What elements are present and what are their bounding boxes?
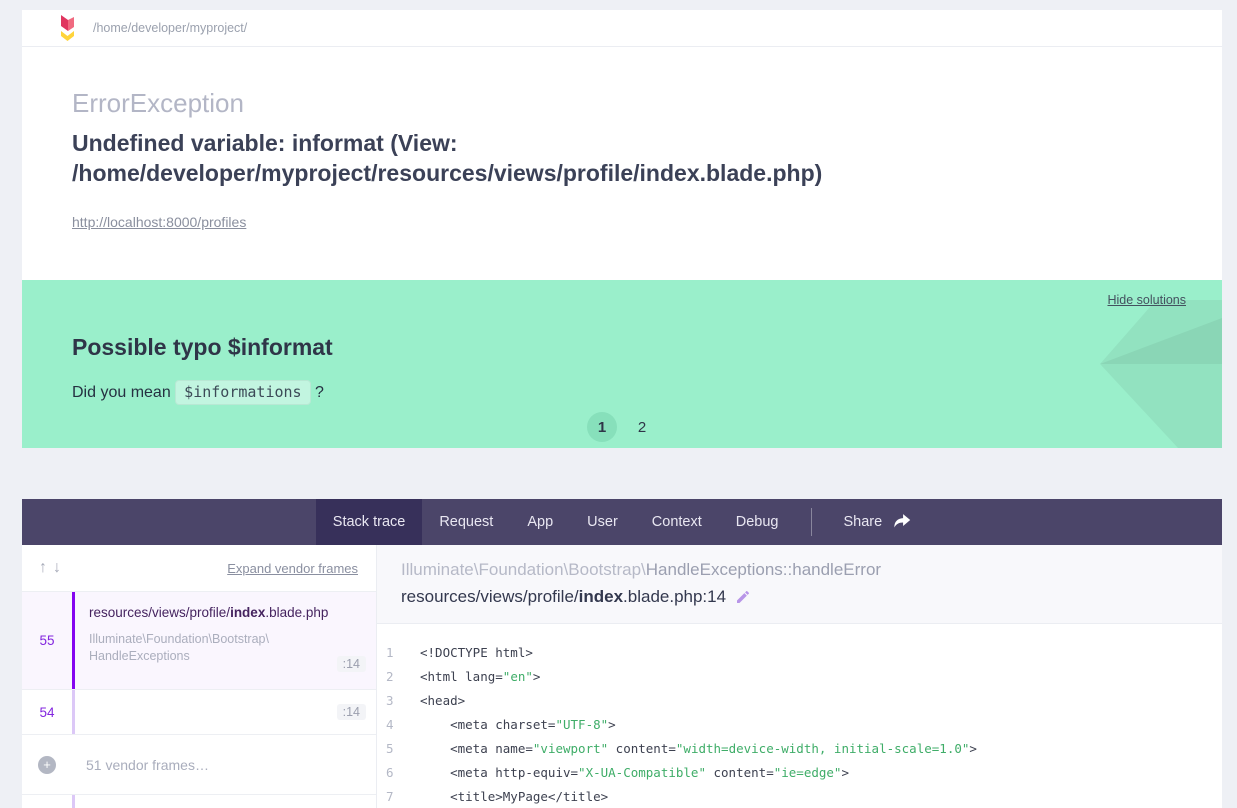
exception-class: ErrorException — [72, 88, 1172, 119]
tab-user[interactable]: User — [570, 499, 635, 545]
share-button[interactable]: Share — [827, 499, 929, 545]
pencil-icon — [735, 589, 751, 605]
pagination-page-2[interactable]: 2 — [627, 412, 657, 442]
error-message: Undefined variable: informat (View: /hom… — [72, 128, 1122, 188]
top-bar: /home/developer/myproject/ — [22, 10, 1222, 47]
stack-frames-sidebar: ↑ ↓ Expand vendor frames 55 resources/vi… — [22, 545, 377, 808]
code-line: 4 <meta charset="UTF-8"> — [377, 713, 1222, 737]
frame-number: 2 — [22, 795, 72, 808]
frame-line-badge: :14 — [337, 656, 366, 672]
solution-description: Did you mean $informations ? — [72, 383, 1172, 402]
vendor-frames-toggle[interactable]: + 51 vendor frames… — [22, 735, 376, 795]
frame-class-name: Illuminate\Foundation\Bootstrap\ HandleE… — [89, 631, 362, 665]
tab-stack-trace[interactable]: Stack trace — [316, 499, 423, 545]
pagination-page-1[interactable]: 1 — [587, 412, 617, 442]
project-path: /home/developer/myproject/ — [93, 21, 247, 35]
tabbar-divider — [811, 508, 812, 536]
frame-up-icon[interactable]: ↑ — [36, 559, 50, 577]
frame-file-heading: resources/views/profile/index.blade.php:… — [401, 587, 1198, 607]
solution-pagination: 1 2 — [72, 412, 1172, 442]
code-line: 2<html lang="en"> — [377, 665, 1222, 689]
code-line: 5 <meta name="viewport" content="width=d… — [377, 737, 1222, 761]
frame-file-path: resources/views/profile/index.blade.php — [89, 605, 362, 620]
stack-frame-55[interactable]: 55 resources/views/profile/index.blade.p… — [22, 592, 376, 690]
share-label: Share — [844, 514, 883, 530]
expand-plus-icon[interactable]: + — [38, 756, 56, 774]
frame-number: 55 — [22, 592, 72, 689]
error-card: /home/developer/myproject/ ErrorExceptio… — [22, 10, 1222, 280]
stack-trace-card: Stack trace Request App User Context Deb… — [22, 499, 1222, 808]
frame-method-heading: Illuminate\Foundation\Bootstrap\HandleEx… — [401, 560, 1198, 580]
frame-down-icon[interactable]: ↓ — [50, 559, 64, 577]
code-line: 6 <meta http-equiv="X-UA-Compatible" con… — [377, 761, 1222, 785]
solution-text-prefix: Did you mean — [72, 384, 175, 401]
tab-request[interactable]: Request — [422, 499, 510, 545]
request-url-link[interactable]: http://localhost:8000/profiles — [72, 214, 246, 230]
share-icon — [892, 514, 911, 530]
frame-line-badge: :14 — [337, 704, 366, 720]
edit-file-button[interactable] — [735, 589, 751, 605]
tab-app[interactable]: App — [510, 499, 570, 545]
tab-bar: Stack trace Request App User Context Deb… — [22, 499, 1222, 545]
expand-vendor-frames-link[interactable]: Expand vendor frames — [227, 561, 358, 576]
flare-logo-icon — [58, 15, 75, 42]
solution-title: Possible typo $informat — [72, 280, 1172, 361]
code-header: Illuminate\Foundation\Bootstrap\HandleEx… — [377, 545, 1222, 624]
hide-solutions-link[interactable]: Hide solutions — [1107, 293, 1186, 307]
solution-panel: Hide solutions Possible typo $informat D… — [22, 280, 1222, 448]
tab-context[interactable]: Context — [635, 499, 719, 545]
code-line: 1<!DOCTYPE html> — [377, 641, 1222, 665]
suggestion-code: $informations — [175, 380, 310, 405]
code-viewer: 1<!DOCTYPE html>2<html lang="en">3<head>… — [377, 624, 1222, 808]
solution-text-suffix: ? — [315, 384, 324, 401]
tab-debug[interactable]: Debug — [719, 499, 796, 545]
code-panel: Illuminate\Foundation\Bootstrap\HandleEx… — [377, 545, 1222, 808]
stack-frame-54[interactable]: 54 :14 — [22, 690, 376, 735]
code-line: 7 <title>MyPage</title> — [377, 785, 1222, 808]
code-line: 3<head> — [377, 689, 1222, 713]
vendor-frames-label: 51 vendor frames… — [72, 735, 376, 794]
sidebar-header: ↑ ↓ Expand vendor frames — [22, 545, 376, 592]
frame-number: 54 — [22, 690, 72, 734]
stack-frame-2[interactable]: 2 public/index.php :52 — [22, 795, 376, 808]
